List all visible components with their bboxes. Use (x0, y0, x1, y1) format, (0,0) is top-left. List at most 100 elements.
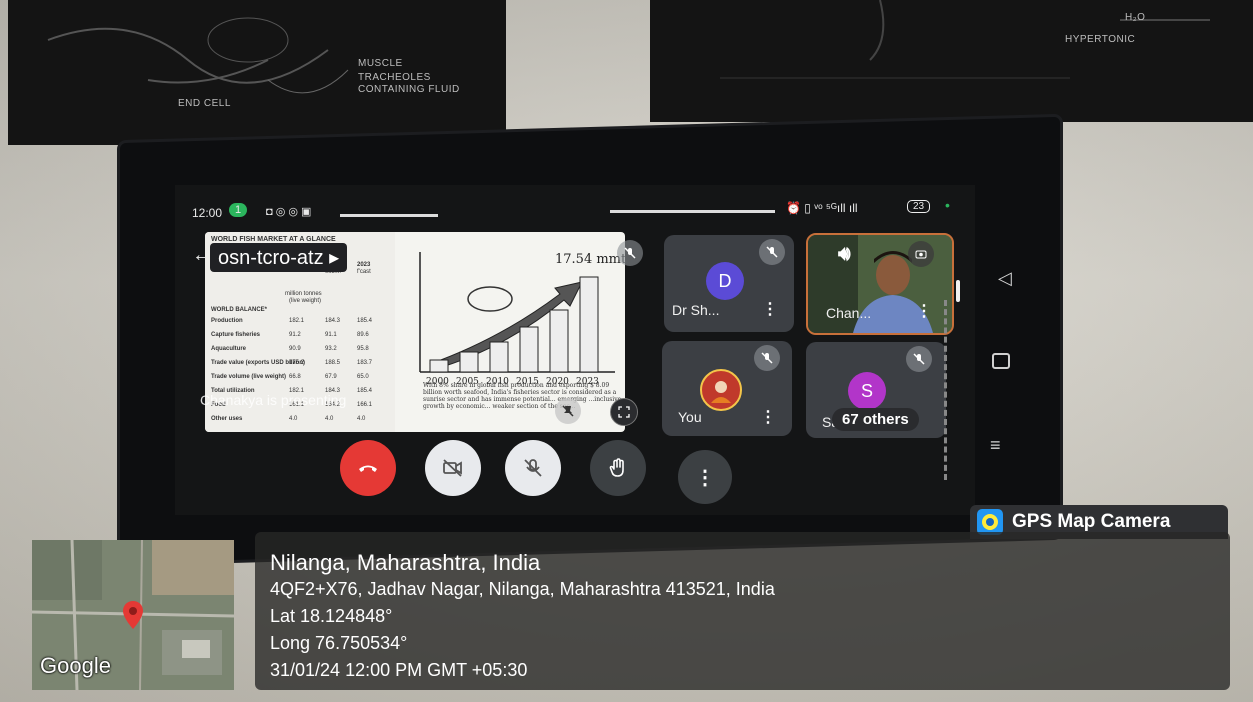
participant-tile-dr-sh[interactable]: D Dr Sh... ⋮ (664, 235, 794, 332)
slide-row-value: 89.6 (357, 332, 369, 338)
slide-row-value: 185.4 (357, 388, 373, 394)
poster-diagram-right (720, 0, 1210, 79)
gps-place: Nilanga, Maharashtra, India (270, 550, 541, 575)
poster-label-tracheoles: TRACHEOLES (358, 72, 431, 83)
unpin-icon[interactable] (555, 398, 581, 424)
photo-scene: MUSCLE TRACHEOLES CONTAINING FLUID END C… (0, 0, 1253, 702)
nav-back-icon[interactable]: ◁ (998, 268, 1012, 289)
slide-row-value: 185.4 (357, 318, 373, 324)
status-time: 12:00 (192, 206, 223, 220)
slide-row-label: Capture fisheries (211, 332, 261, 338)
raise-hand-button[interactable] (590, 440, 646, 496)
slide-mic-off-icon (617, 240, 643, 266)
slide-bar (549, 309, 569, 373)
slide-body-text: With 8% share in global fish production … (423, 382, 622, 410)
poster-label-fluid: CONTAINING FLUID (358, 84, 460, 95)
slide-bar (489, 341, 509, 373)
more-vert-icon[interactable]: ⋮ (762, 299, 778, 319)
presenting-label: Chanakya is presenting (200, 392, 347, 408)
slide-row-value: 91.2 (289, 332, 301, 338)
slide-row-value: 188.5 (325, 360, 341, 366)
switch-camera-icon[interactable] (908, 241, 934, 267)
slide-row-value: 67.9 (325, 374, 337, 380)
camera-off-icon (443, 459, 462, 477)
more-options-button[interactable]: ⋮ (678, 450, 732, 504)
slide-row-value: 91.1 (325, 332, 337, 338)
active-dot-icon: • (945, 197, 950, 213)
slide-units: million tonnes (285, 291, 322, 297)
mic-off-icon (524, 459, 542, 477)
avatar-dr-sh: D (706, 262, 744, 300)
slide-row-value: 95.8 (357, 346, 369, 352)
scroll-indicator[interactable] (956, 280, 960, 302)
fullscreen-icon[interactable] (610, 398, 638, 426)
slide-row-value: 166.1 (357, 402, 373, 408)
mic-off-icon (906, 346, 932, 372)
avatar-initial-s: S (860, 380, 873, 401)
participant-name-chan: Chan... (826, 305, 872, 321)
poster-label-muscle: MUSCLE (358, 58, 403, 69)
notification-icons: ◘ ◎ ◎ ▣ (266, 206, 312, 218)
slide-row-value: 184.3 (325, 318, 341, 324)
slide-row-value: 66.8 (289, 374, 301, 380)
slide-headline: 17.54 mmt (555, 252, 627, 267)
slide-row-value: 93.2 (325, 346, 337, 352)
slide-col-2023: 2023 (357, 262, 371, 268)
meeting-code[interactable]: osn-tcro-atz ▸ (210, 243, 348, 272)
slide-row-label: Trade volume (live weight) (211, 374, 287, 380)
gps-latitude: Lat 18.124848° (270, 606, 393, 626)
wall-poster-right: H₂O HYPERTONIC (650, 0, 1253, 122)
mic-toggle-button[interactable] (505, 440, 561, 496)
more-vert-icon[interactable]: ⋮ (916, 301, 932, 321)
battery-indicator: 23 (907, 200, 931, 213)
slide-row-value: 4.0 (325, 416, 334, 422)
mic-off-icon (754, 345, 780, 371)
scroll-track (944, 300, 969, 480)
poster-label-hypertonic: HYPERTONIC (1065, 34, 1136, 45)
slide-row-label: Aquaculture (211, 346, 247, 352)
status-divider-right (610, 210, 775, 213)
slide-bar (519, 326, 539, 373)
more-vert-icon: ⋮ (695, 466, 715, 489)
participant-tile-sa[interactable]: S Sa... 67 others (806, 342, 946, 438)
meeting-code-text: osn-tcro-atz (218, 247, 324, 269)
slide-bar (459, 351, 479, 373)
slide-row-value: 90.9 (289, 346, 301, 352)
slide-row-value: 4.0 (357, 416, 366, 422)
slide-col-2023-sub: f'cast (357, 269, 371, 275)
gps-longitude: Long 76.750534° (270, 633, 408, 653)
slide-row-value: 175.2 (289, 360, 305, 366)
gps-address: 4QF2+X76, Jadhav Nagar, Nilanga, Maharas… (270, 579, 775, 599)
gps-timestamp: 31/01/24 12:00 PM GMT +05:30 (270, 660, 528, 680)
participant-tile-chan[interactable]: 🔊︎ Chan... ⋮ (806, 233, 954, 335)
mic-off-icon (759, 239, 785, 265)
camera-toggle-button[interactable] (425, 440, 481, 496)
volume-icon[interactable]: 🔊︎ (838, 243, 851, 266)
avatar-you (700, 369, 742, 411)
slide-header: WORLD FISH MARKET AT A GLANCE (211, 236, 336, 243)
slide-row-label: Other uses (211, 416, 243, 422)
others-count-chip[interactable]: 67 others (832, 408, 919, 431)
gps-app-name: GPS Map Camera (1012, 511, 1171, 532)
google-map-logo: Google (40, 653, 111, 678)
wall-poster-left: MUSCLE TRACHEOLES CONTAINING FLUID END C… (8, 0, 506, 145)
nav-recents-icon[interactable]: ≡ (990, 435, 1001, 456)
avatar-sa: S (848, 372, 886, 410)
call-count: 1 (235, 204, 242, 216)
participant-tile-you[interactable]: You ⋮ (662, 341, 792, 436)
slide-units-sub: (live weight) (289, 298, 322, 304)
status-divider-left (340, 214, 438, 217)
participant-name-you: You (678, 409, 702, 425)
slide-row-value: 182.1 (289, 318, 305, 324)
slide-section: WORLD BALANCE* (211, 307, 267, 313)
more-vert-icon[interactable]: ⋮ (760, 407, 776, 427)
avatar-initial-d: D (718, 270, 732, 291)
slide-bar (429, 359, 449, 373)
slide-row-value: 183.7 (357, 360, 373, 366)
system-status-icons: ⏰ ▯ ᵛᵒ ⁵ᴳıll ıll (786, 201, 858, 215)
slide-row-value: 4.0 (289, 416, 298, 422)
nav-home-icon[interactable] (992, 353, 1010, 369)
end-call-button[interactable] (340, 440, 396, 496)
poster-label-h2o: H₂O (1125, 12, 1146, 23)
slide-bar (579, 276, 599, 373)
